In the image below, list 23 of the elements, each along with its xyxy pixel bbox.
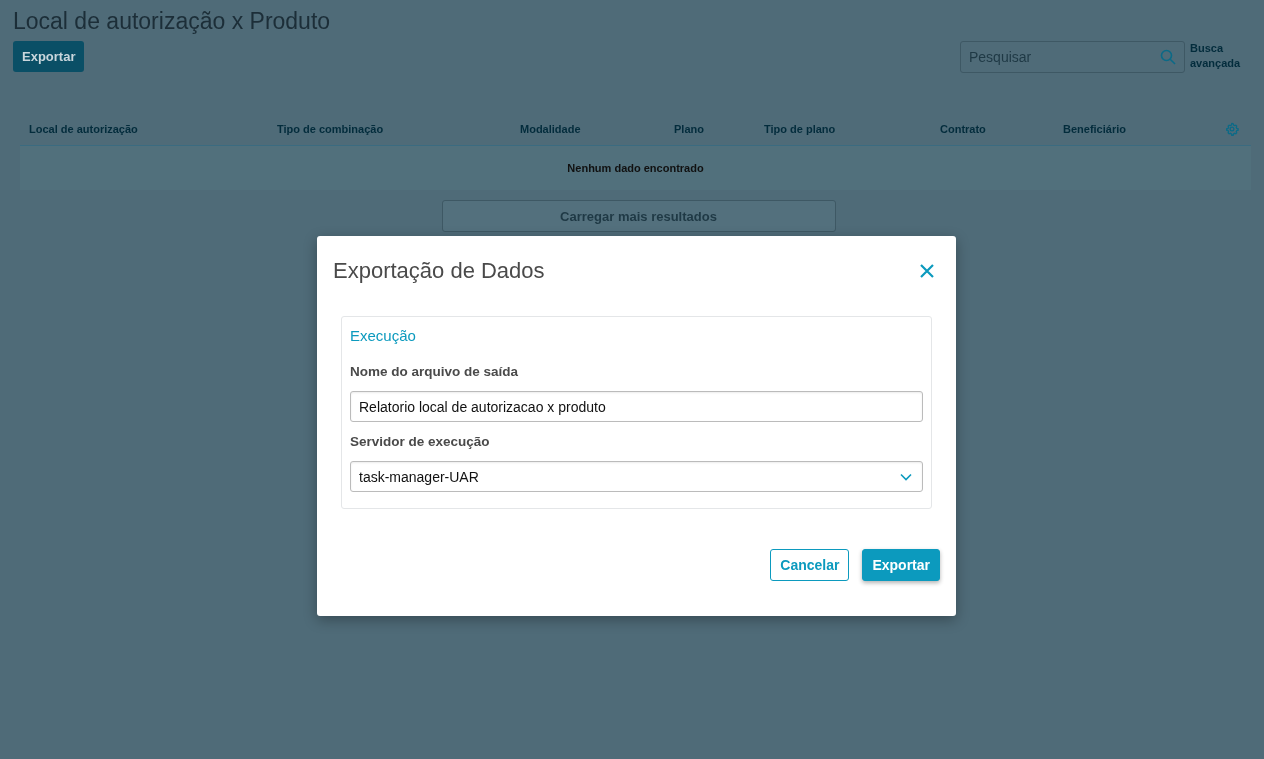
column-header[interactable]: Beneficiário <box>1063 123 1126 135</box>
select-field[interactable]: task-manager-UAR <box>350 461 923 492</box>
field-label: Servidor de execução <box>350 434 491 449</box>
cancel-button[interactable]: Cancelar <box>770 549 850 581</box>
column-header[interactable]: Tipo de combinação <box>277 123 384 135</box>
empty-message: Nenhum dado encontrado <box>567 162 704 174</box>
load-more-button[interactable]: Carregar mais resultados <box>441 200 836 232</box>
chevron-down-icon[interactable] <box>900 472 912 481</box>
advanced-search-link[interactable]: Busca avançada <box>1190 41 1246 71</box>
column-header[interactable]: Modalidade <box>520 123 581 135</box>
dialog-title: Exportação de Dados <box>333 258 545 284</box>
text-input-field[interactable]: Relatorio local de autorizacao x produto <box>350 391 923 422</box>
section-title: Execução <box>350 327 417 344</box>
field-label: Nome do arquivo de saída <box>350 364 520 379</box>
close-icon[interactable] <box>920 264 934 278</box>
select-value: task-manager-UAR <box>359 468 479 485</box>
column-header[interactable]: Contrato <box>940 123 986 135</box>
page-title: Local de autorização x Produto <box>13 8 332 35</box>
column-header[interactable]: Local de autorização <box>29 123 138 135</box>
column-header[interactable]: Plano <box>674 123 704 135</box>
export-button[interactable]: Exportar <box>13 41 85 72</box>
export-button[interactable]: Exportar <box>862 549 940 581</box>
column-header[interactable]: Tipo de plano <box>764 123 836 135</box>
